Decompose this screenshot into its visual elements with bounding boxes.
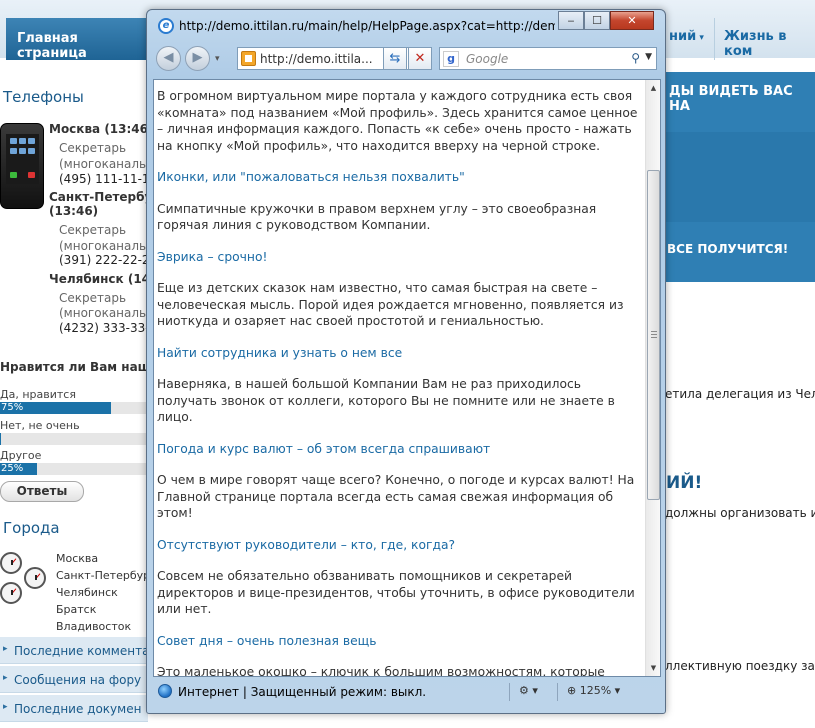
search-input[interactable]: Google [466, 52, 508, 66]
stop-button[interactable]: ✕ [408, 47, 432, 70]
zoom-icon: ⊕ [567, 684, 577, 697]
page-icon [241, 51, 256, 66]
contact-city: Челябинск (14 [49, 272, 151, 286]
banner-image [665, 132, 815, 222]
side-link-documents[interactable]: Последние докумен [0, 695, 148, 722]
contact-role: Секретарь [59, 223, 127, 237]
banner-top[interactable]: ДЫ ВИДЕТЬ ВАС НА [665, 72, 815, 132]
contact-phone: (495) 111-11-1 [59, 172, 150, 186]
back-button[interactable]: ◀ [156, 46, 181, 71]
news-item[interactable]: ллективную поездку за гор [665, 659, 815, 673]
zoom-control[interactable]: ⊕ 125% ▾ [567, 684, 620, 697]
poll-bar-fill [0, 433, 1, 445]
article-heading-link[interactable]: Погода и курс валют – об этом всегда спр… [157, 441, 642, 458]
article-heading-link[interactable]: Иконки, или "пожаловаться нельзя похвали… [157, 169, 642, 186]
minimize-button[interactable]: ‒ [558, 11, 584, 30]
left-sidebar: Телефоны Москва (13:46 Секретарь (многок… [0, 62, 163, 728]
contact-role: Секретарь [59, 291, 127, 305]
maximize-button[interactable]: ☐ [584, 11, 610, 30]
refresh-button[interactable]: ⇆ [383, 47, 407, 70]
ie-popup-window: e http://demo.ittilan.ru/main/help/HelpP… [146, 9, 666, 714]
contact-role-detail: (многоканальн [59, 239, 154, 253]
news-item[interactable]: етила делегация из Челябі [665, 387, 815, 401]
search-box[interactable]: g Google ⚲ ▼ [439, 47, 657, 70]
security-settings-icon[interactable]: ⚙ ▾ [519, 684, 538, 697]
contact-role: Секретарь [59, 141, 127, 155]
poll-question: Нравится ли Вам наш п [0, 360, 163, 374]
article-paragraph: Наверняка, в нашей большой Компании Вам … [157, 377, 615, 424]
globe-icon [158, 684, 172, 698]
nav-tab-home[interactable]: Главная страница [6, 18, 152, 61]
article-paragraph: Это маленькое окошко – ключик к большим … [157, 665, 605, 677]
side-link-comments[interactable]: Последние коммента [0, 637, 148, 664]
side-link-forum[interactable]: Сообщения на фору [0, 666, 148, 693]
nav-separator [714, 18, 715, 60]
poll-bar-fill: 25% [0, 463, 37, 475]
zoom-level: 125% [579, 684, 612, 697]
poll-bar: 25% [0, 463, 148, 475]
news-heading: ИЙ! [666, 473, 703, 493]
scroll-up-icon[interactable]: ▲ [648, 82, 659, 94]
contact-phone: (4232) 333-33- [59, 321, 150, 335]
phone-image [0, 123, 44, 209]
window-title: http://demo.ittilan.ru/main/help/HelpPag… [179, 19, 555, 33]
clock-icon [0, 552, 22, 574]
right-column: ДЫ ВИДЕТЬ ВАС НА ВСЕ ПОЛУЧИТСЯ! етила де… [665, 62, 815, 728]
zoom-dropdown-icon: ▾ [614, 684, 621, 697]
address-text[interactable]: http://demo.ittila... [260, 52, 390, 66]
article-paragraph: Симпатичные кружочки в правом верхнем уг… [157, 201, 597, 233]
search-icon[interactable]: ⚲ [631, 51, 640, 65]
scroll-thumb[interactable] [647, 170, 660, 500]
contact-city: Москва (13:46 [49, 122, 148, 136]
contact-phone: (391) 222-22-2 [59, 253, 150, 267]
phones-title: Телефоны [3, 88, 84, 106]
banner-mid[interactable]: ВСЕ ПОЛУЧИТСЯ! [665, 222, 815, 282]
poll-bar-fill: 75% [0, 402, 111, 414]
poll-option-label: Другое [0, 449, 42, 462]
poll-bar [0, 433, 148, 445]
vertical-scrollbar[interactable]: ▲ ▼ [645, 80, 660, 676]
help-article: В огромном виртуальном мире портала у ка… [157, 88, 642, 677]
city-item[interactable]: Владивосток [56, 620, 131, 633]
scroll-down-icon[interactable]: ▼ [648, 662, 659, 674]
status-text: Интернет | Защищенный режим: выкл. [178, 685, 427, 699]
status-bar: Интернет | Защищенный режим: выкл. ⚙ ▾ ⊕… [153, 681, 661, 703]
chevron-down-icon: ▾ [696, 33, 704, 43]
poll-option-label: Да, нравится [0, 388, 76, 401]
poll-answers-button[interactable]: Ответы [0, 481, 84, 502]
city-item[interactable]: Братск [56, 603, 96, 616]
article-heading-link[interactable]: Совет дня – очень полезная вещь [157, 633, 642, 650]
search-dropdown-icon[interactable]: ▼ [645, 52, 652, 62]
nav-tab-partial[interactable]: ний ▾ [669, 18, 704, 60]
article-paragraph: О чем в мире говорят чаще всего? Конечно… [157, 473, 635, 520]
city-item[interactable]: Челябинск [56, 586, 118, 599]
article-paragraph: Совсем не обязательно обзванивать помощн… [157, 569, 635, 616]
poll-bar: 75% [0, 402, 148, 414]
article-paragraph: В огромном виртуальном мире портала у ка… [157, 89, 638, 153]
google-icon: g [443, 51, 459, 67]
article-heading-link[interactable]: Отсутствуют руководители – кто, где, ког… [157, 537, 642, 554]
close-button[interactable]: ✕ [610, 11, 654, 30]
article-heading-link[interactable]: Эврика – срочно! [157, 249, 642, 266]
nav-tab-partial-label: ний [669, 29, 697, 44]
news-item[interactable]: должны организовать инс [665, 506, 815, 520]
clock-icon [24, 567, 46, 589]
history-dropdown-icon[interactable]: ▾ [215, 54, 220, 64]
city-item[interactable]: Москва [56, 552, 98, 565]
clock-icon [0, 582, 22, 604]
contact-city-time: (13:46) [49, 204, 99, 218]
article-heading-link[interactable]: Найти сотрудника и узнать о нем все [157, 345, 642, 362]
city-item[interactable]: Санкт-Петербург [56, 569, 156, 582]
contact-role-detail: (многоканальн [59, 306, 154, 320]
article-paragraph: Еще из детских сказок нам известно, что … [157, 281, 624, 328]
contact-role-detail: (многоканальн [59, 157, 154, 171]
forward-button[interactable]: ▶ [185, 46, 210, 71]
nav-tab-life[interactable]: Жизнь в ком [724, 18, 815, 60]
ie-logo-icon: e [158, 18, 174, 34]
page-content: В огромном виртуальном мире портала у ка… [153, 79, 661, 677]
poll-option-label: Нет, не очень [0, 419, 80, 432]
cities-title: Города [3, 519, 60, 537]
contact-city: Санкт-Петербур [49, 190, 161, 204]
